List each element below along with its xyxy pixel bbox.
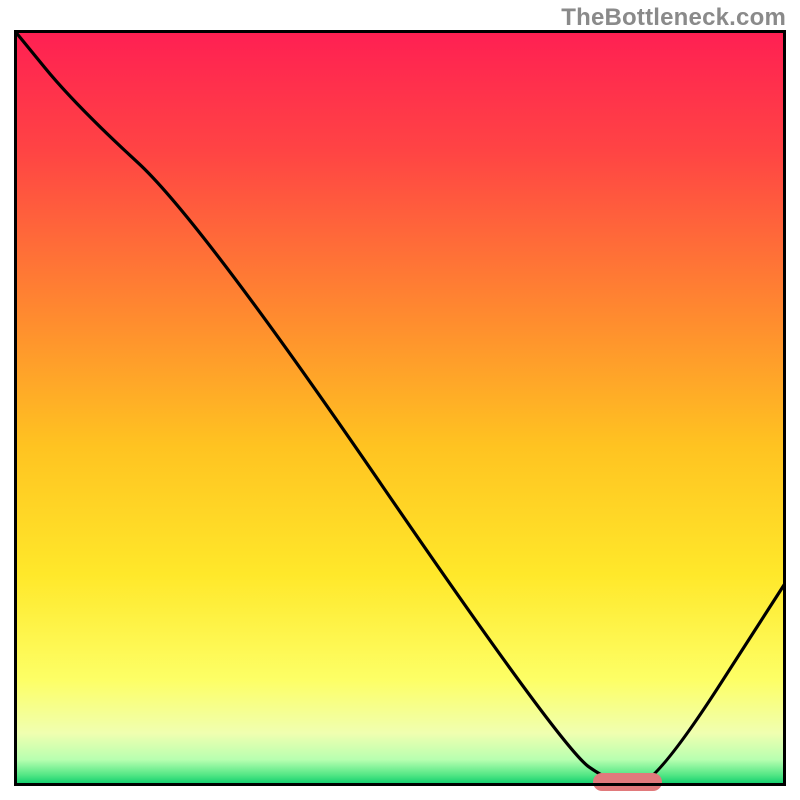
- plot-area: [14, 30, 786, 786]
- curve-layer: [14, 30, 786, 786]
- watermark-text: TheBottleneck.com: [561, 4, 786, 32]
- optimal-range-marker: [593, 773, 662, 791]
- chart-container: TheBottleneck.com: [0, 0, 800, 800]
- bottleneck-curve: [14, 30, 786, 786]
